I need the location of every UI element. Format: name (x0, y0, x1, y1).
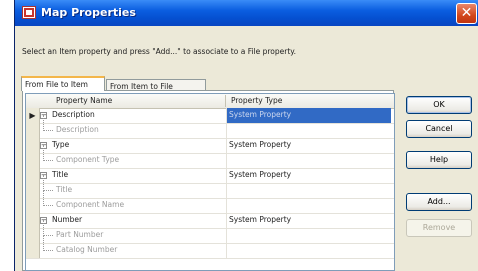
add-button[interactable]: Add... (406, 193, 472, 211)
property-child-row[interactable]: Title (26, 175, 394, 199)
property-child-row[interactable]: Component Type (26, 145, 394, 169)
property-name: Component Name (56, 200, 125, 209)
title-bar[interactable]: Map Properties ✕ (15, 0, 478, 26)
property-type-cell[interactable]: System Property (226, 168, 391, 183)
current-row-indicator-icon[interactable]: ▶ (26, 108, 40, 123)
property-type-cell[interactable] (226, 153, 391, 168)
row-header[interactable] (26, 228, 40, 243)
window-title: Map Properties (41, 6, 136, 19)
property-type-cell[interactable] (226, 123, 391, 138)
property-row[interactable]: − Type System Property (26, 138, 394, 154)
instruction-text: Select an Item property and press "Add..… (22, 47, 297, 56)
property-name: Number (52, 215, 83, 224)
property-name: Title (52, 170, 69, 179)
tree-connector (43, 250, 53, 251)
tree-connector (43, 160, 53, 161)
row-header[interactable] (26, 168, 40, 183)
tree-connector (43, 205, 53, 206)
property-type-cell[interactable] (226, 198, 391, 213)
property-name: Title (56, 185, 73, 194)
property-type-cell[interactable]: System Property (226, 213, 391, 228)
row-header[interactable] (26, 123, 40, 138)
grid-header: Property Name Property Type (26, 94, 394, 109)
property-row[interactable]: − Number System Property (26, 213, 394, 229)
property-type-cell[interactable] (226, 243, 391, 258)
tree-connector (43, 130, 53, 131)
tree-connector (43, 235, 53, 236)
tab-from-file-to-item[interactable]: From File to Item (21, 76, 105, 91)
property-child-row[interactable]: Catalog Number (26, 235, 394, 259)
property-name: Component Type (56, 155, 120, 164)
column-header-property-name[interactable]: Property Name (56, 96, 112, 105)
tree-connector (43, 115, 44, 131)
row-header[interactable] (26, 153, 40, 168)
property-child-row[interactable]: Component Name (26, 190, 394, 214)
tree-connector (43, 175, 44, 191)
property-type-cell[interactable]: System Property (226, 108, 391, 123)
remove-button[interactable]: Remove (406, 219, 472, 237)
row-header[interactable] (26, 198, 40, 213)
row-header[interactable] (26, 213, 40, 228)
close-icon: ✕ (460, 5, 473, 21)
property-child-row[interactable]: Description (26, 115, 394, 139)
column-divider[interactable] (225, 95, 226, 107)
property-name: Catalog Number (56, 245, 118, 254)
ok-button[interactable]: OK (406, 96, 472, 114)
property-child-row[interactable]: Part Number (26, 220, 394, 244)
property-name: Description (56, 125, 99, 134)
property-type-cell[interactable] (226, 183, 391, 198)
property-row[interactable]: ▶ − Description System Property (26, 108, 394, 124)
row-header[interactable] (26, 243, 40, 258)
property-name: Description (52, 110, 95, 119)
tree-connector (43, 145, 44, 161)
tree-connector (43, 235, 44, 251)
tree-connector (43, 190, 44, 206)
property-name: Part Number (56, 230, 104, 239)
property-type-cell[interactable]: System Property (226, 138, 391, 153)
property-type-cell[interactable] (226, 228, 391, 243)
cancel-button[interactable]: Cancel (406, 120, 472, 138)
help-button[interactable]: Help (406, 151, 472, 169)
app-icon (22, 6, 36, 19)
close-button[interactable]: ✕ (456, 3, 477, 24)
map-properties-dialog: Map Properties ✕ Select an Item property… (14, 0, 478, 271)
property-name: Type (52, 140, 70, 149)
property-grid: Property Name Property Type ▶ − Descriptio… (25, 93, 395, 271)
property-row[interactable]: − Title System Property (26, 168, 394, 184)
tree-connector (43, 220, 44, 236)
row-header[interactable] (26, 183, 40, 198)
tree-connector (43, 190, 53, 191)
row-header[interactable] (26, 138, 40, 153)
column-header-property-type[interactable]: Property Type (231, 96, 282, 105)
